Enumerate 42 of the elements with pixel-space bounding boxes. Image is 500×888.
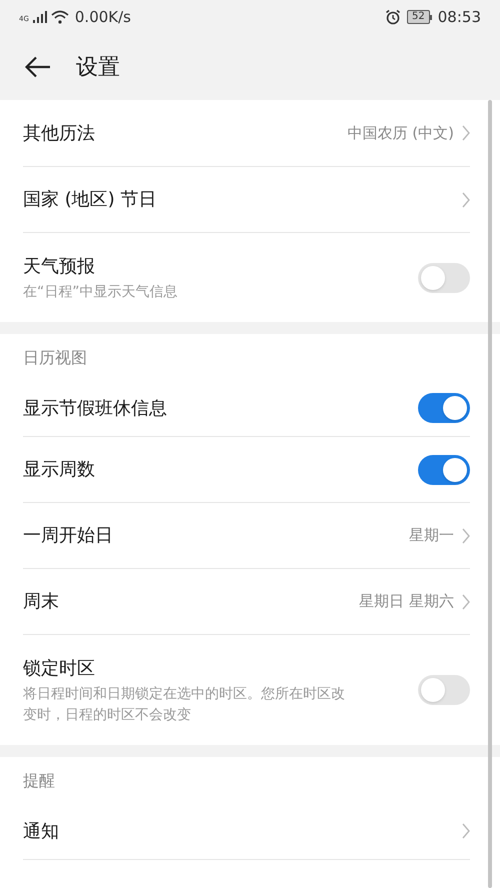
toggle-switch[interactable] <box>418 393 470 423</box>
row-label: 其他历法 <box>23 122 96 146</box>
wifi-icon <box>50 10 69 24</box>
toggle-switch[interactable] <box>418 675 470 705</box>
chevron-icon <box>462 594 470 610</box>
row-subtitle: 在“日程”中显示天气信息 <box>23 282 179 302</box>
row-label: 通知 <box>23 820 60 844</box>
chevron-icon <box>462 125 470 141</box>
row-label: 一周开始日 <box>23 524 114 548</box>
section-header: 日历视图 <box>23 347 87 369</box>
row-value: 星期一 <box>409 525 454 546</box>
row-subtitle: 将日程时间和日期锁定在选中的时区。您所在时区改变时，日程的时区不会改变 <box>23 684 346 724</box>
row-label: 显示周数 <box>23 458 96 482</box>
row-value: 星期日 星期六 <box>359 591 454 612</box>
chevron-icon <box>462 823 470 839</box>
settings-row[interactable]: 显示周数 <box>23 436 470 502</box>
settings-row[interactable]: 其他历法 中国农历 (中文) <box>23 100 470 166</box>
settings-row[interactable]: 通知 <box>23 803 470 859</box>
signal-icon <box>32 11 47 23</box>
row-value: 中国农历 (中文) <box>348 122 454 144</box>
clock: 08:53 <box>438 6 481 28</box>
settings-row[interactable]: 天气预报 在“日程”中显示天气信息 <box>23 232 470 322</box>
back-icon <box>25 56 51 78</box>
row-label: 天气预报 <box>23 254 96 278</box>
page-title: 设置 <box>76 54 120 82</box>
row-label: 锁定时区 <box>23 656 96 680</box>
settings-row[interactable]: 国家 (地区) 节日 <box>23 166 470 232</box>
row-label: 国家 (地区) 节日 <box>23 188 158 212</box>
alarm-icon <box>385 9 402 25</box>
row-label: 显示节假班休信息 <box>23 396 168 420</box>
toggle-switch[interactable] <box>418 262 470 292</box>
settings-row[interactable]: 一周开始日 星期一 <box>23 502 470 568</box>
network-speed: 0.00K/s <box>74 6 131 28</box>
section-header: 提醒 <box>23 770 55 792</box>
settings-row[interactable]: 锁定时区 将日程时间和日期锁定在选中的时区。您所在时区改变时，日程的时区不会改变 <box>23 634 470 745</box>
chevron-icon <box>462 528 470 544</box>
battery-icon: 52 <box>407 10 432 24</box>
toggle-switch[interactable] <box>418 454 470 484</box>
settings-row[interactable]: 显示节假班休信息 <box>23 380 470 436</box>
settings-row[interactable]: 周末 星期日 星期六 <box>23 568 470 634</box>
chevron-icon <box>462 192 470 208</box>
row-label: 周末 <box>23 590 60 614</box>
